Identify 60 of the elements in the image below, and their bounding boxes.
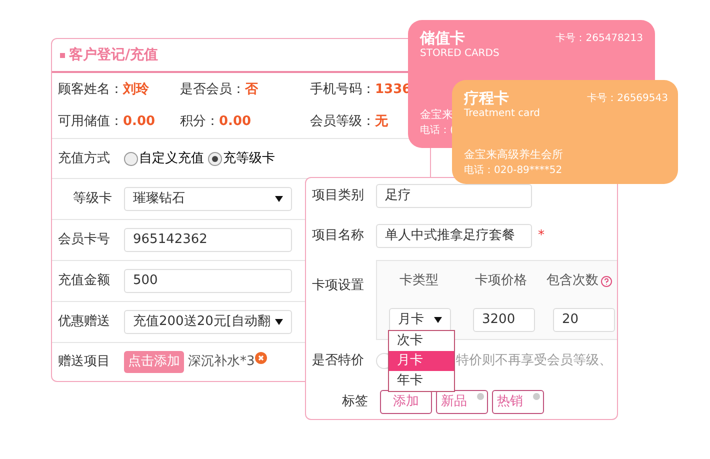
card-subtitle: Treatment card — [464, 108, 540, 120]
field-label: 充值金额 — [58, 272, 111, 290]
info-value: 0.00 — [123, 112, 156, 130]
radio-option[interactable]: 充等级卡 — [208, 148, 275, 168]
dropdown-option[interactable]: 年卡 — [389, 371, 454, 391]
field-label: 充值方式 — [58, 150, 111, 168]
info-label: 手机号码： — [310, 81, 375, 99]
field-label: 项目名称 — [312, 227, 365, 246]
select-field[interactable]: 璀璨钻石 — [124, 187, 292, 211]
required-mark: * — [538, 227, 544, 246]
field-label: 卡项设置 — [312, 277, 365, 295]
dropdown-option[interactable]: 月卡 — [389, 351, 454, 371]
field-label: 标签 — [341, 393, 369, 412]
caret-icon — [434, 317, 442, 323]
column-header: 包含次数 — [546, 272, 598, 290]
field-label: 等级卡 — [72, 190, 113, 208]
input-field[interactable]: 单人中式推拿足疗套餐 — [376, 224, 532, 248]
shop-name: 金宝来 — [420, 106, 453, 122]
info-label: 是否会员： — [180, 81, 245, 99]
card-number: 卡号：26569543 — [587, 92, 668, 106]
input-field[interactable]: 足疗 — [376, 184, 532, 208]
special-note: 特价则不再享受会员等级、 — [456, 352, 612, 370]
dropdown-option[interactable]: 次卡 — [389, 331, 454, 351]
caret-icon — [275, 196, 283, 202]
field-label: 会员卡号 — [58, 231, 111, 250]
remove-tag-icon[interactable] — [533, 393, 540, 400]
select-field[interactable]: 月卡 — [389, 308, 451, 332]
field-label: 项目类别 — [312, 187, 365, 206]
card-title: 疗程卡 — [464, 88, 509, 108]
close-icon[interactable] — [254, 352, 267, 364]
info-value: 刘玲 — [123, 80, 149, 99]
input-field[interactable]: 3200 — [473, 308, 535, 332]
column-header: 卡类型 — [400, 272, 438, 290]
info-label: 会员等级： — [310, 112, 375, 130]
info-label: 积分： — [180, 112, 219, 130]
info-label: 可用储值： — [58, 112, 123, 130]
input-field[interactable]: 20 — [553, 308, 615, 332]
card-subtitle: STORED CARDS — [420, 48, 500, 60]
help-icon[interactable] — [600, 276, 612, 286]
column-header: 卡项价格 — [475, 272, 527, 290]
field-label: 是否特价 — [312, 352, 365, 370]
panel-title: 客户登记/充值 — [69, 46, 158, 64]
card-number: 卡号：265478213 — [556, 32, 643, 46]
input-field[interactable]: 965142362 — [124, 228, 292, 252]
field-label: 优惠赠送 — [58, 313, 111, 332]
card-title: 储值卡 — [420, 28, 465, 48]
info-value: 0.00 — [219, 112, 252, 130]
info-value: 否 — [245, 81, 258, 99]
shop-name: 金宝来高级养生会所 — [464, 146, 563, 162]
bullet-icon — [60, 52, 65, 58]
gift-item: 深沉补水*3 — [188, 353, 255, 372]
radio-option[interactable]: 自定义充值 — [124, 148, 204, 168]
caret-icon — [275, 319, 283, 325]
info-value: 无 — [375, 112, 388, 130]
input-field[interactable]: 500 — [124, 269, 292, 293]
field-label: 赠送项目 — [58, 353, 111, 372]
card-phone: 电话：020-89****52 — [464, 164, 562, 178]
select-field[interactable]: 充值200送20元[自动翻 — [124, 310, 292, 334]
info-label: 顾客姓名： — [58, 82, 123, 99]
remove-tag-icon[interactable] — [477, 393, 484, 400]
